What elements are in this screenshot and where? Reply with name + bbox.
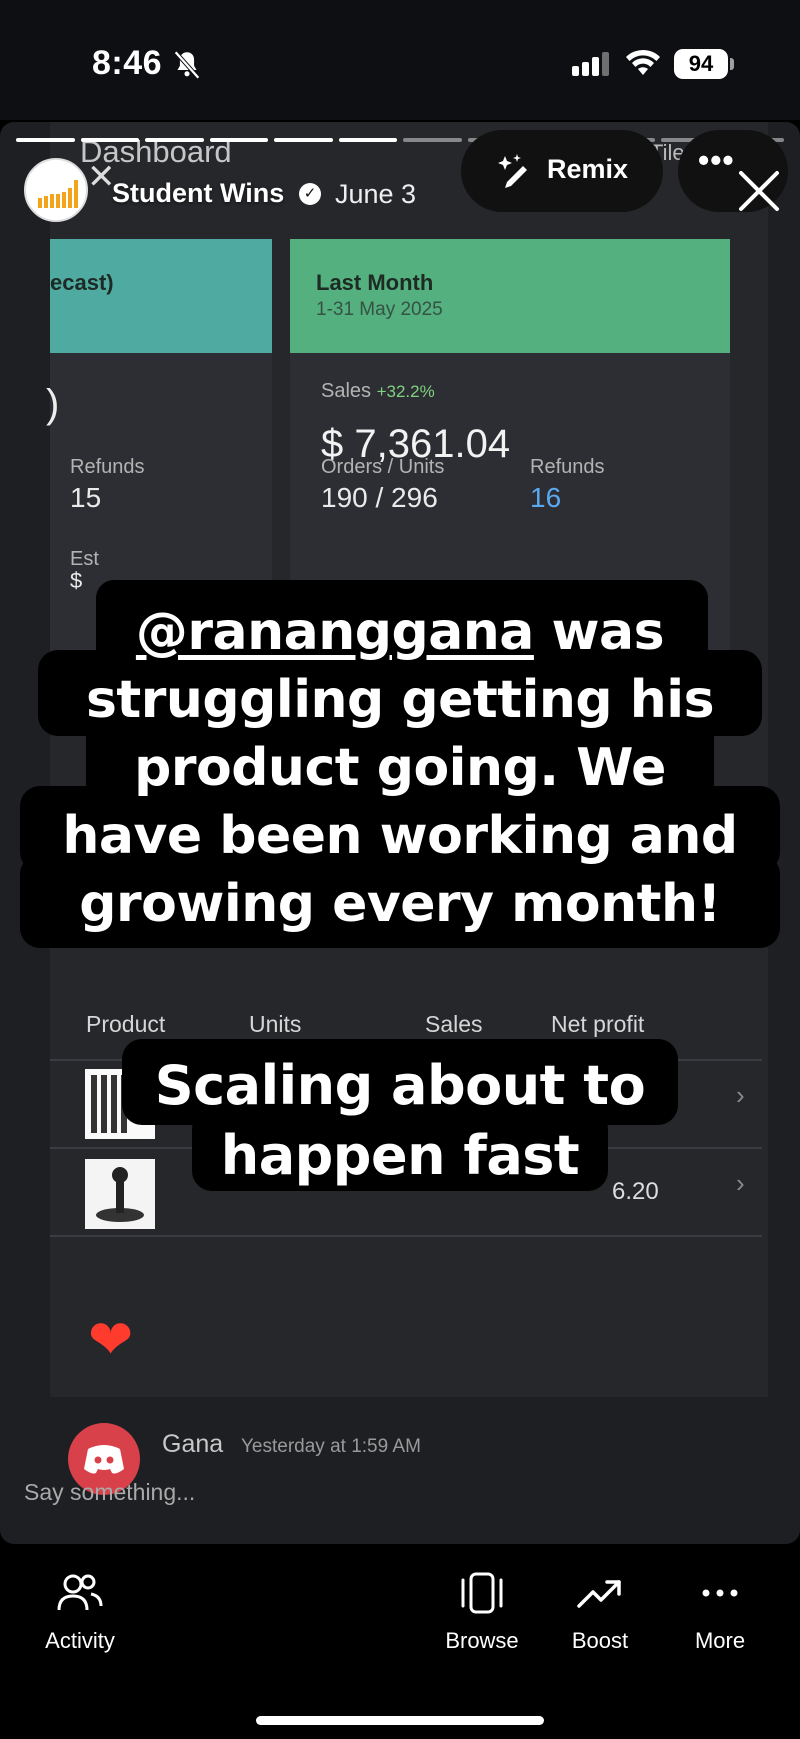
caption-line: struggling getting his (85, 670, 715, 730)
orders-units-label: Orders / Units (321, 456, 445, 478)
battery-nub (730, 58, 734, 70)
bell-slash-icon (174, 50, 200, 80)
table-divider (50, 1235, 762, 1237)
nav-boost[interactable]: Boost (552, 1572, 648, 1654)
column-product: Product (86, 1011, 166, 1037)
nav-activity[interactable]: Activity (30, 1572, 130, 1654)
mention-link[interactable]: @rananggana (136, 602, 535, 662)
comment-time: Yesterday at 1:59 AM (241, 1436, 421, 1457)
forecast-sales-value: ) (46, 382, 60, 426)
caption-line: Scaling about to (154, 1054, 646, 1117)
remix-label: Remix (547, 154, 629, 184)
refunds-value: 15 (70, 482, 102, 513)
refunds-value-right: 16 (530, 482, 562, 513)
column-sales: Sales (425, 1011, 483, 1037)
status-time: 8:46 (92, 44, 163, 82)
comment-author: Gana (162, 1430, 224, 1458)
cellular-signal-icon (572, 52, 612, 76)
last-month-date-range: 1-31 May 2025 (316, 299, 443, 320)
caption-line: growing every month! (79, 874, 721, 934)
more-dots-icon: ••• (698, 142, 735, 178)
bottom-navigation: Activity Browse Boost More (0, 1544, 800, 1739)
nav-more[interactable]: More (672, 1572, 768, 1654)
progress-segment (209, 138, 268, 142)
progress-segment (80, 138, 139, 142)
browse-cards-icon (461, 1572, 503, 1614)
progress-segment (145, 138, 204, 142)
account-avatar[interactable] (24, 158, 88, 222)
caption-text: was (533, 602, 665, 662)
progress-segment (16, 138, 75, 142)
progress-segment (338, 138, 397, 142)
verified-badge-icon: ✓ (299, 183, 321, 205)
battery-indicator: 94 (674, 49, 728, 79)
close-icon[interactable] (737, 169, 781, 213)
magic-pencil-icon (498, 154, 527, 188)
forecast-card-title: ecast) (50, 270, 114, 295)
caption-line: product going. We (134, 738, 666, 798)
trending-up-icon (577, 1580, 621, 1608)
nav-browse-label: Browse (445, 1628, 519, 1653)
reply-input[interactable]: Say something... (24, 1479, 195, 1506)
story-viewer[interactable]: Dashboard Tiles ⌄ ecast) ) Refunds 15 Es… (0, 122, 800, 1544)
column-net-profit: Net profit (551, 1011, 645, 1037)
caption-line: @rananggana was (0, 602, 800, 662)
more-horizontal-icon (702, 1589, 738, 1597)
progress-segment (403, 138, 462, 142)
refunds-label: Refunds (70, 456, 145, 478)
account-name[interactable]: Student Wins (112, 178, 284, 209)
forecast-card-header (50, 239, 272, 353)
column-units: Units (249, 1011, 302, 1037)
story-progress (16, 138, 784, 142)
refunds-label-right: Refunds (530, 456, 605, 478)
nav-boost-label: Boost (571, 1628, 629, 1653)
nav-browse[interactable]: Browse (432, 1572, 532, 1654)
heart-reaction-icon: ❤ (88, 1310, 134, 1370)
progress-segment (274, 138, 333, 142)
nav-activity-label: Activity (45, 1628, 115, 1653)
orders-units-value: 190 / 296 (321, 482, 438, 513)
post-date: June 3 (335, 179, 417, 209)
home-indicator[interactable] (256, 1716, 544, 1725)
caption-line: happen fast (220, 1124, 580, 1187)
nav-more-label: More (694, 1628, 746, 1653)
last-month-title: Last Month (316, 270, 434, 295)
caption-line: have been working and (62, 806, 738, 866)
sales-label: Sales (321, 380, 372, 402)
people-icon (57, 1574, 103, 1611)
est-value: $ (70, 568, 83, 593)
wifi-icon (626, 49, 660, 75)
sales-change: +32.2% (376, 382, 435, 401)
last-month-card-header (290, 239, 730, 353)
